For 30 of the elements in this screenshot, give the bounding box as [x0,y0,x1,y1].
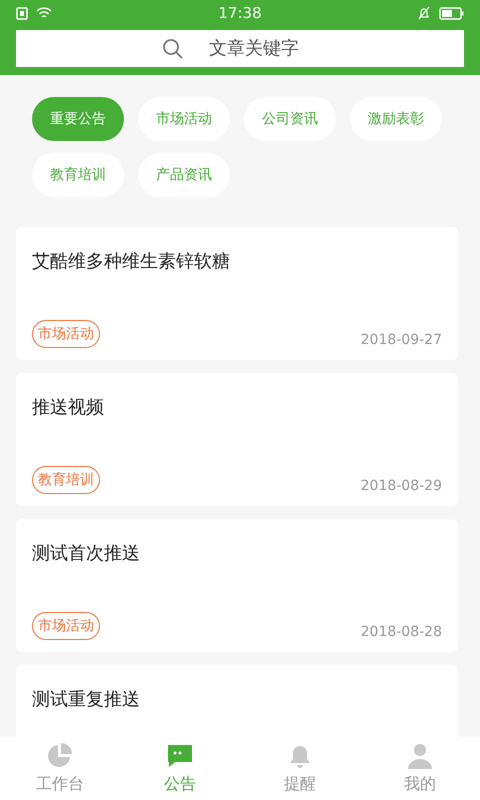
category-tag: 市场活动 [32,320,100,348]
search-icon [162,38,184,60]
article-date: 2018-08-28 [360,624,442,640]
article-date: 2018-09-27 [360,332,442,348]
tab-bar-item[interactable]: 工作台 [0,737,120,800]
wifi-icon [36,6,52,20]
tab-bar-item[interactable]: 公告 [120,737,240,800]
category-tag: 教育培训 [32,466,100,494]
category-chip[interactable]: 产品资讯 [138,153,230,197]
article-title: 测试首次推送 [32,542,141,565]
category-chip[interactable]: 激励表彰 [350,97,442,141]
article-date: 2018-08-29 [360,478,442,494]
category-chip[interactable]: 重要公告 [32,97,124,141]
pie-chart-icon [46,742,74,770]
tab-bar-item[interactable]: 我的 [360,737,480,800]
person-icon [406,742,434,770]
search-field[interactable]: 文章关键字 [16,30,464,67]
category-chip[interactable]: 公司资讯 [244,97,336,141]
tab-bar-item[interactable]: 提醒 [240,737,360,800]
clock: 17:38 [218,4,262,22]
bell-off-icon [417,6,432,20]
category-chip[interactable]: 市场活动 [138,97,230,141]
article-title: 测试重复推送 [32,688,141,711]
category-chip[interactable]: 教育培训 [32,153,124,197]
category-tag: 市场活动 [32,612,100,640]
sim-icon [16,6,28,20]
battery-icon [439,6,464,20]
chat-icon [166,742,194,770]
article-title: 艾酷维多种维生素锌软糖 [32,250,231,273]
article-title: 推送视频 [32,396,105,419]
